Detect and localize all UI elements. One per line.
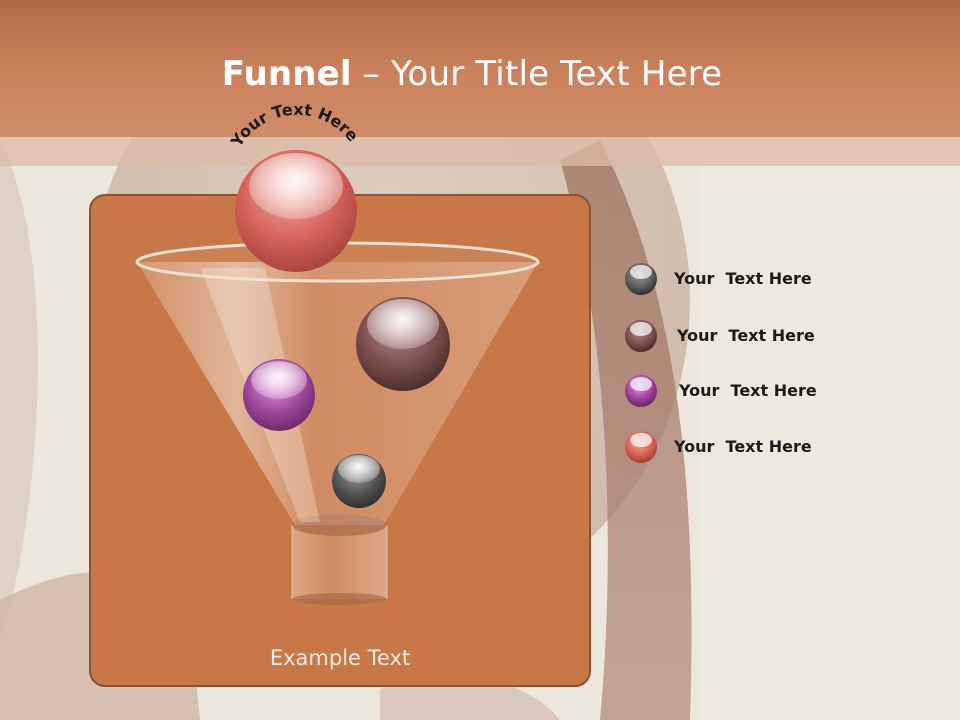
legend-bullet-3 [625,375,657,407]
legend-label-4: Your Text Here [674,437,812,456]
panel-caption: Example Text [269,646,411,670]
funnel-spout [291,514,388,605]
funnel-diagram: Your Text Here [135,100,540,605]
legend-label-2: Your Text Here [677,326,815,345]
legend-bullet-1 [625,263,657,295]
legend-label-1: Your Text Here [674,269,812,288]
ball-top [235,150,357,272]
ball-small [332,454,386,508]
legend-bullet-2 [625,320,657,352]
legend-label-3: Your Text Here [679,381,817,400]
slide: Funnel – Your Title Text Here Your Text … [0,0,960,720]
legend-bullet-4 [625,431,657,463]
ball-large [356,297,450,391]
ball-purple [243,359,315,431]
arc-label: Your Text Here [226,100,362,151]
